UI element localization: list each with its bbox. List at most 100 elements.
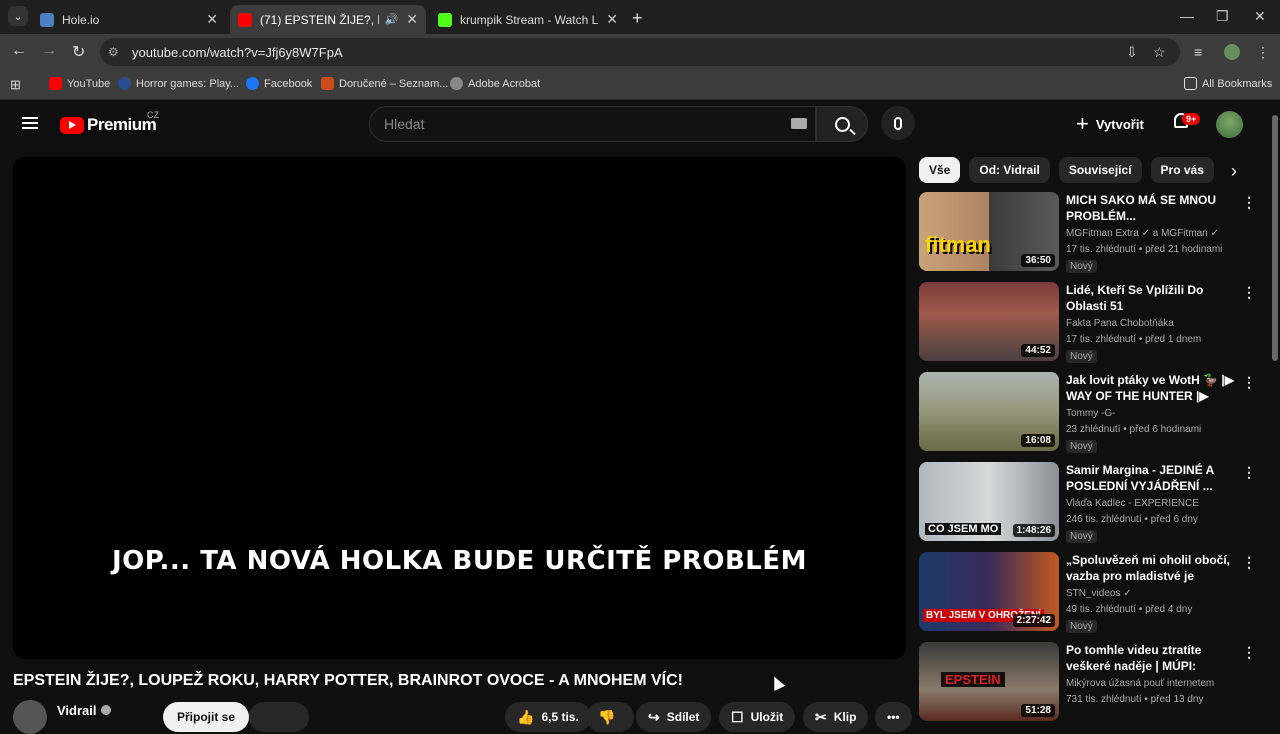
share-button[interactable]: ↪ Sdílet bbox=[636, 702, 712, 732]
tab-kick[interactable]: krumpik Stream - Watch Live on Kick ✕ bbox=[430, 5, 626, 34]
chevron-right-icon[interactable]: › bbox=[1222, 160, 1246, 184]
recommendation-item[interactable]: CO JSEM MO 1:48:26 Samir Margina - JEDIN… bbox=[919, 462, 1259, 543]
new-tab-icon[interactable]: + bbox=[632, 8, 643, 29]
address-bar[interactable]: ⚙ youtube.com/watch?v=Jfj6y8W7FpA bbox=[100, 38, 1180, 66]
youtube-logo[interactable]: Premium CZ bbox=[60, 110, 159, 135]
kick-favicon-icon bbox=[438, 12, 452, 27]
thumbnail-text: CO JSEM MO bbox=[925, 523, 1002, 535]
video-thumbnail[interactable]: 16:08 bbox=[919, 372, 1059, 451]
forward-icon[interactable]: → bbox=[41, 42, 57, 60]
speaker-icon[interactable]: 🔊 bbox=[385, 13, 399, 26]
chip-all[interactable]: Vše bbox=[919, 157, 961, 183]
bookmark-label: Facebook bbox=[264, 77, 313, 90]
save-button[interactable]: ☐ Uložit bbox=[719, 702, 796, 732]
recommendation-channel[interactable]: STN_videos ✓ bbox=[1066, 588, 1236, 599]
chip-from-channel[interactable]: Od: Vidrail bbox=[969, 157, 1050, 183]
recommendation-title[interactable]: „Spoluvězeň mi oholil obočí, vazba pro m… bbox=[1066, 552, 1236, 584]
keyboard-icon[interactable] bbox=[791, 118, 807, 129]
install-app-icon[interactable]: ⇩ bbox=[1126, 44, 1138, 61]
chip-for-you[interactable]: Pro vás bbox=[1150, 157, 1214, 183]
recommendation-title[interactable]: MICH SAKO MÁ SE MNOU PROBLÉM... bbox=[1066, 192, 1236, 224]
recommendation-title[interactable]: Samir Margina - JEDINÉ A POSLEDNÍ VYJÁDŘ… bbox=[1066, 462, 1236, 494]
recommendation-title[interactable]: Jak lovit ptáky ve WotH 🦆 |▶ WAY OF THE … bbox=[1066, 372, 1236, 404]
like-button[interactable]: 👍 6,5 tis. bbox=[505, 702, 591, 732]
recommendation-item[interactable]: BYL JSEM V OHROŽENÍ 2:27:42 „Spoluvězeň … bbox=[919, 552, 1259, 633]
recommendation-channel[interactable]: MGFitman Extra ✓ a MGFitman ✓ bbox=[1066, 228, 1236, 239]
search-input[interactable]: Hledat bbox=[369, 106, 816, 142]
recommendation-channel[interactable]: Fakta Pana Chobotňáka bbox=[1066, 318, 1236, 329]
tab-youtube[interactable]: (71) EPSTEIN ŽIJE?, LOUPEŽ ROKU 🔊 ✕ bbox=[230, 5, 426, 34]
logo-country: CZ bbox=[147, 110, 159, 120]
recommendation-item[interactable]: 16:08 Jak lovit ptáky ve WotH 🦆 |▶ WAY O… bbox=[919, 372, 1259, 453]
video-thumbnail[interactable]: fitman 36:50 bbox=[919, 192, 1059, 271]
recommendation-item[interactable]: 44:52 Lidé, Kteří Se Vplížili Do Oblasti… bbox=[919, 282, 1259, 363]
video-player[interactable]: JOP... TA NOVÁ HOLKA BUDE URČITĚ PROBLÉM bbox=[13, 157, 906, 659]
join-button[interactable]: Připojit se bbox=[163, 702, 250, 732]
close-icon[interactable]: ✕ bbox=[406, 11, 418, 28]
account-avatar[interactable] bbox=[1216, 111, 1243, 138]
chip-related[interactable]: Související bbox=[1058, 157, 1142, 183]
bookmark-seznam[interactable]: Doručené – Seznam... bbox=[321, 77, 448, 90]
recommendation-title[interactable]: Lidé, Kteří Se Vplížili Do Oblasti 51 bbox=[1066, 282, 1236, 314]
bookmark-youtube[interactable]: YouTube bbox=[49, 77, 110, 90]
more-options-icon[interactable]: ⋮ bbox=[1242, 374, 1256, 391]
clip-label: Klip bbox=[833, 710, 857, 724]
bookmark-adobe-acrobat[interactable]: Adobe Acrobat bbox=[450, 77, 540, 90]
media-control-icon[interactable]: ≡ bbox=[1194, 44, 1202, 60]
recommendation-item[interactable]: EPSTEIN 51:28 Po tomhle videu ztratíte v… bbox=[919, 642, 1259, 722]
video-thumbnail[interactable]: 44:52 bbox=[919, 282, 1059, 361]
video-thumbnail[interactable]: BYL JSEM V OHROŽENÍ 2:27:42 bbox=[919, 552, 1059, 631]
create-button[interactable]: + Vytvořit bbox=[1076, 111, 1144, 137]
browser-profile-avatar[interactable] bbox=[1224, 44, 1240, 60]
tab-search-button[interactable]: ⌄ bbox=[8, 6, 28, 26]
channel-info[interactable]: Vidrail bbox=[13, 700, 111, 734]
bookmark-horror-games[interactable]: Horror games: Play... bbox=[118, 77, 239, 90]
close-icon[interactable]: ✕ bbox=[606, 11, 618, 28]
chrome-menu-icon[interactable]: ⋮ bbox=[1256, 44, 1270, 61]
video-thumbnail[interactable]: EPSTEIN 51:28 bbox=[919, 642, 1059, 721]
more-icon: ••• bbox=[887, 710, 900, 724]
mouse-cursor-icon bbox=[768, 674, 786, 691]
reload-icon[interactable]: ↻ bbox=[72, 42, 85, 62]
tab-hole-io[interactable]: Hole.io ✕ bbox=[32, 5, 226, 34]
more-options-icon[interactable]: ⋮ bbox=[1242, 644, 1256, 661]
more-options-icon[interactable]: ⋮ bbox=[1242, 554, 1256, 571]
back-icon[interactable]: ← bbox=[11, 42, 27, 60]
channel-avatar[interactable] bbox=[13, 700, 47, 734]
more-options-icon[interactable]: ⋮ bbox=[1242, 464, 1256, 481]
new-badge: Nový bbox=[1066, 260, 1097, 273]
youtube-play-icon bbox=[60, 116, 84, 134]
search-icon bbox=[834, 116, 850, 132]
channel-name[interactable]: Vidrail bbox=[57, 703, 97, 718]
recommendation-title[interactable]: Po tomhle videu ztratíte veškeré naděje … bbox=[1066, 642, 1236, 674]
video-duration: 44:52 bbox=[1021, 344, 1055, 357]
more-actions-button[interactable]: ••• bbox=[875, 702, 912, 732]
close-icon[interactable]: ✕ bbox=[206, 11, 218, 28]
dislike-button[interactable]: 👎 bbox=[586, 702, 635, 732]
site-info-icon[interactable]: ⚙ bbox=[108, 45, 122, 59]
page-scrollbar[interactable] bbox=[1270, 101, 1280, 720]
clip-button[interactable]: ✂ Klip bbox=[803, 702, 869, 732]
globe-icon bbox=[118, 77, 131, 90]
scrollbar-thumb[interactable] bbox=[1272, 115, 1278, 361]
window-close-icon[interactable]: ✕ bbox=[1254, 8, 1266, 25]
recommendation-channel[interactable]: Mikýrova úžasná pouť internetem bbox=[1066, 678, 1236, 689]
apps-grid-icon[interactable]: ⊞ bbox=[10, 77, 21, 93]
video-thumbnail[interactable]: CO JSEM MO 1:48:26 bbox=[919, 462, 1059, 541]
recommendation-channel[interactable]: Vláďa Kadlec - EXPERIENCE bbox=[1066, 498, 1236, 509]
subscription-bell-button[interactable] bbox=[249, 702, 309, 732]
youtube-favicon-icon bbox=[238, 12, 252, 27]
all-bookmarks[interactable]: All Bookmarks bbox=[1184, 77, 1272, 90]
bookmark-star-icon[interactable]: ☆ bbox=[1153, 44, 1166, 61]
more-options-icon[interactable]: ⋮ bbox=[1242, 194, 1256, 211]
more-options-icon[interactable]: ⋮ bbox=[1242, 284, 1256, 301]
recommendation-item[interactable]: fitman 36:50 MICH SAKO MÁ SE MNOU PROBLÉ… bbox=[919, 192, 1259, 273]
bookmark-facebook[interactable]: Facebook bbox=[246, 77, 312, 90]
maximize-icon[interactable]: ❐ bbox=[1216, 8, 1229, 25]
menu-icon[interactable] bbox=[22, 117, 38, 129]
save-label: Uložit bbox=[750, 710, 784, 724]
voice-search-button[interactable] bbox=[881, 106, 915, 140]
recommendation-channel[interactable]: Tommy -G- bbox=[1066, 408, 1236, 419]
search-button[interactable] bbox=[816, 106, 868, 142]
minimize-icon[interactable]: — bbox=[1180, 8, 1194, 24]
